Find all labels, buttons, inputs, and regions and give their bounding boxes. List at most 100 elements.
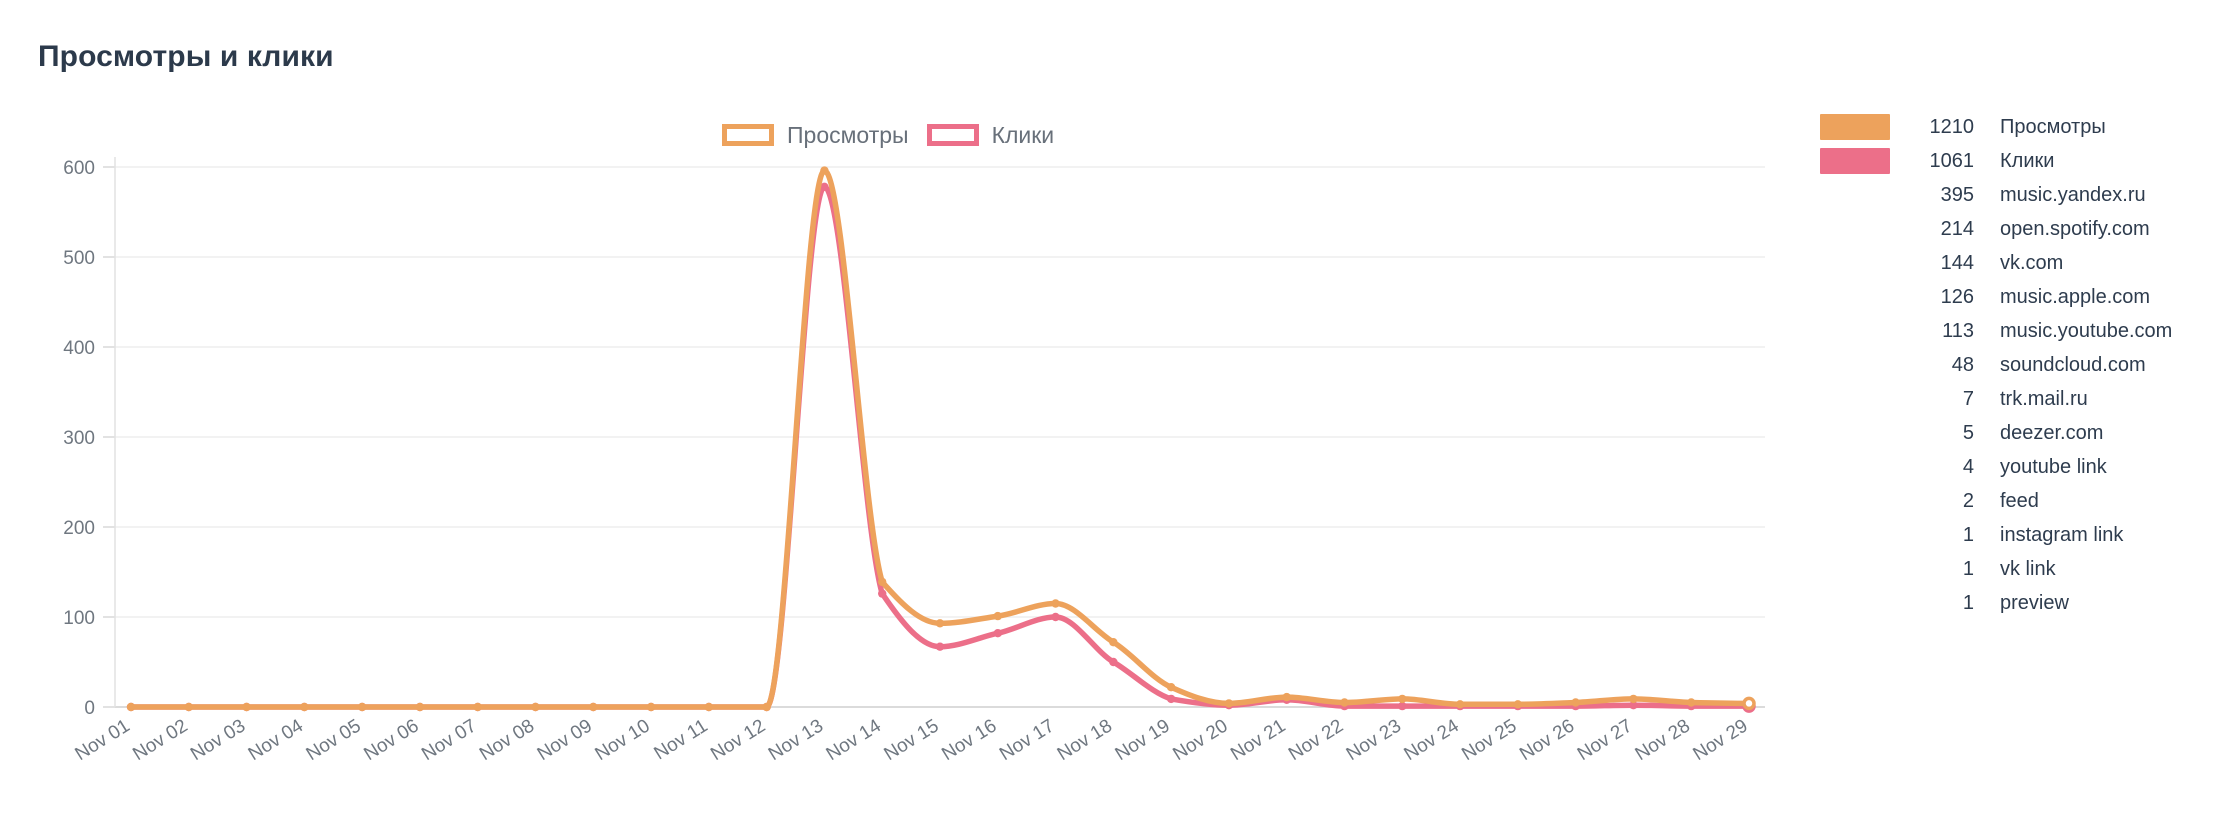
chart-container: 0 100 200 300 400 500 600 Nov 01 Nov 02 Nov 03 Nov… xyxy=(0,95,1790,815)
x-tick-label: Nov 15 xyxy=(880,715,942,765)
data-point-marker[interactable] xyxy=(878,589,887,598)
series-line xyxy=(128,184,1752,710)
x-tick-label: Nov 29 xyxy=(1689,715,1751,765)
legend-value: 48 xyxy=(1951,353,1974,376)
legend-value: 126 xyxy=(1940,285,1974,308)
x-tick-label: Nov 13 xyxy=(765,715,827,765)
data-point-marker[interactable] xyxy=(242,702,251,712)
page-title: Просмотры и клики xyxy=(38,40,334,73)
data-point-marker[interactable] xyxy=(300,702,309,712)
legend-label: vk.com xyxy=(2000,251,2064,274)
x-tick-label: Nov 09 xyxy=(534,715,596,765)
y-tick-label: 200 xyxy=(63,518,95,539)
legend-row[interactable]: 1 preview xyxy=(1820,586,2200,620)
x-tick-label: Nov 26 xyxy=(1516,715,1578,765)
x-tick-label: Nov 11 xyxy=(651,715,712,764)
data-point-marker[interactable] xyxy=(1340,698,1349,707)
legend-swatch-cell xyxy=(1820,148,1908,174)
legend-value: 1061 xyxy=(1929,149,1975,172)
legend-value: 4 xyxy=(1962,455,1974,478)
data-point-marker[interactable] xyxy=(1109,638,1118,647)
x-tick-label: Nov 08 xyxy=(476,715,538,765)
legend-row[interactable]: 4 youtube link xyxy=(1820,450,2200,484)
data-point-marker[interactable] xyxy=(1455,700,1465,709)
data-point-marker[interactable] xyxy=(1051,599,1060,608)
x-tick-label: Nov 28 xyxy=(1632,715,1694,765)
data-point-marker[interactable] xyxy=(589,702,598,712)
legend-label: youtube link xyxy=(2000,455,2107,478)
data-point-marker[interactable] xyxy=(1166,683,1176,692)
legend-row[interactable]: 1210 Просмотры xyxy=(1820,110,2200,144)
data-point-marker[interactable] xyxy=(1051,612,1060,622)
x-tick-label: Nov 21 xyxy=(1227,715,1289,765)
legend-value: 2 xyxy=(1962,489,1974,512)
data-point-marker[interactable] xyxy=(935,642,945,651)
data-point-marker[interactable] xyxy=(820,182,829,191)
series-views xyxy=(126,166,1756,712)
y-tick-label: 400 xyxy=(63,338,95,359)
data-point-marker[interactable] xyxy=(1282,692,1291,702)
data-point-marker[interactable] xyxy=(1629,694,1638,704)
legend-label-views: Просмотры xyxy=(787,121,909,148)
data-point-marker[interactable] xyxy=(935,619,945,628)
x-tick-label: Nov 23 xyxy=(1343,715,1405,765)
data-point-marker[interactable] xyxy=(993,629,1002,638)
y-tick-label: 100 xyxy=(63,608,95,629)
legend-label: deezer.com xyxy=(2000,421,2104,444)
legend-row[interactable]: 1 instagram link xyxy=(1820,518,2200,552)
data-point-marker[interactable] xyxy=(1398,701,1407,711)
data-point-marker[interactable] xyxy=(878,577,887,587)
data-point-marker[interactable] xyxy=(993,611,1002,621)
data-point-marker[interactable] xyxy=(1166,694,1176,704)
legend-row[interactable]: 5 deezer.com xyxy=(1820,416,2200,450)
legend-row[interactable]: 144 vk.com xyxy=(1820,246,2200,280)
legend-row[interactable]: 2 feed xyxy=(1820,484,2200,518)
legend-row[interactable]: 395 music.yandex.ru xyxy=(1820,178,2200,212)
legend-label: soundcloud.com xyxy=(2000,353,2146,376)
legend-row[interactable]: 48 soundcloud.com xyxy=(1820,348,2200,382)
legend-label: vk link xyxy=(2000,557,2056,580)
data-point-marker[interactable] xyxy=(1687,698,1696,707)
legend-row[interactable]: 1 vk link xyxy=(1820,552,2200,586)
legend-label: music.yandex.ru xyxy=(2000,183,2146,206)
data-point-marker[interactable] xyxy=(531,702,540,712)
data-point-marker[interactable] xyxy=(1742,696,1756,711)
data-point-marker[interactable] xyxy=(1513,700,1523,709)
chart-inline-legend: Просмотры Клики xyxy=(722,118,1054,152)
analytics-chart-page: Просмотры и клики 0 100 200 300 400 500 600 Nov… xyxy=(0,0,2216,828)
legend-label-clicks: Клики xyxy=(991,121,1055,148)
data-point-marker[interactable] xyxy=(1571,698,1580,707)
legend-row[interactable]: 1061 Клики xyxy=(1820,144,2200,178)
legend-row[interactable]: 113 music.youtube.com xyxy=(1820,314,2200,348)
legend-value: 7 xyxy=(1962,387,1974,410)
data-point-marker[interactable] xyxy=(1224,699,1234,708)
x-tick-label: Nov 20 xyxy=(1169,715,1231,765)
x-tick-label: Nov 04 xyxy=(245,715,308,765)
x-tick-label: Nov 25 xyxy=(1458,715,1520,765)
data-point-marker[interactable] xyxy=(126,702,136,712)
series-clicks xyxy=(126,182,1756,713)
data-point-marker[interactable] xyxy=(415,702,425,712)
x-tick-label: Nov 05 xyxy=(303,715,365,765)
legend-swatch-clicks-icon xyxy=(926,124,979,146)
data-point-marker[interactable] xyxy=(473,702,482,712)
data-point-marker[interactable] xyxy=(704,702,714,712)
data-point-marker[interactable] xyxy=(762,702,771,712)
legend-label: music.youtube.com xyxy=(2000,319,2173,342)
data-point-marker[interactable] xyxy=(820,166,829,175)
legend-value: 113 xyxy=(1942,319,1974,342)
legend-swatch-cell xyxy=(1820,114,1908,140)
legend-item-clicks[interactable]: Клики xyxy=(926,121,1055,149)
legend-row[interactable]: 7 trk.mail.ru xyxy=(1820,382,2200,416)
legend-item-views[interactable]: Просмотры xyxy=(722,122,909,149)
data-point-marker[interactable] xyxy=(646,702,656,712)
data-point-marker[interactable] xyxy=(357,702,367,712)
legend-row[interactable]: 214 open.spotify.com xyxy=(1820,212,2200,246)
x-axis-labels: Nov 01Nov 02Nov 03Nov 04Nov 05Nov 06Nov … xyxy=(71,715,1751,765)
views-and-clicks-line-chart: 0100200300400500600Nov 01Nov 02Nov 03Nov… xyxy=(63,157,1765,765)
data-point-marker[interactable] xyxy=(1398,694,1407,704)
legend-row[interactable]: 126 music.apple.com xyxy=(1820,280,2200,314)
data-point-marker[interactable] xyxy=(1109,657,1118,667)
data-point-marker[interactable] xyxy=(184,702,193,712)
y-tick-label: 0 xyxy=(84,698,95,719)
